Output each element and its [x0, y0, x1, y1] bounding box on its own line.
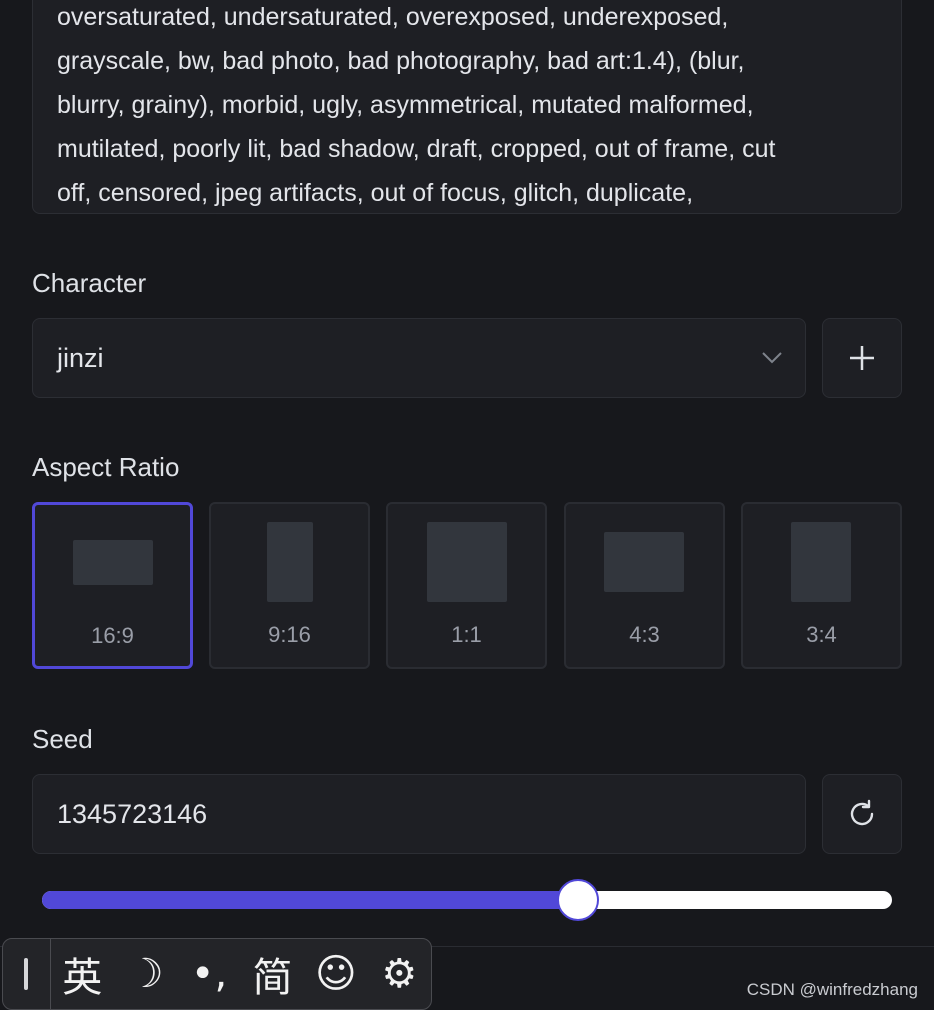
- aspect-ratio-option-3-4[interactable]: 3:4: [741, 502, 902, 669]
- ime-english-toggle[interactable]: 英: [51, 942, 114, 1006]
- negative-prompt-text: oversaturated, undersaturated, overexpos…: [57, 3, 776, 207]
- aspect-ratio-option-1-1[interactable]: 1:1: [386, 502, 547, 669]
- ratio-label: 3:4: [806, 622, 837, 647]
- negative-prompt-textarea[interactable]: oversaturated, undersaturated, overexpos…: [32, 0, 902, 214]
- ratio-thumbnail: [73, 540, 153, 585]
- ratio-thumbnail: [427, 522, 507, 602]
- plus-icon: [850, 346, 874, 370]
- add-character-button[interactable]: [822, 318, 902, 398]
- watermark: CSDN @winfredzhang: [746, 980, 918, 999]
- aspect-ratio-label: Aspect Ratio: [32, 452, 180, 482]
- seed-slider[interactable]: [42, 879, 892, 921]
- ime-simplified-toggle[interactable]: 简: [241, 942, 304, 1006]
- gear-icon[interactable]: ⚙: [368, 942, 431, 1006]
- seed-value: 1345723146: [57, 798, 208, 829]
- ratio-label: 4:3: [629, 622, 660, 647]
- ratio-label: 9:16: [268, 622, 311, 647]
- seed-label: Seed: [32, 724, 93, 754]
- chevron-down-icon: [762, 352, 782, 364]
- moon-icon[interactable]: ☽: [114, 942, 177, 1006]
- ratio-thumbnail: [791, 522, 851, 602]
- emoji-icon[interactable]: ☺: [304, 942, 367, 1006]
- refresh-icon: [850, 799, 874, 826]
- character-selected-value: jinzi: [57, 342, 104, 373]
- ime-toolbar: 英 ☽ •, 简 ☺ ⚙: [2, 938, 432, 1010]
- ratio-label: 1:1: [451, 622, 482, 647]
- ratio-thumbnail: [267, 522, 313, 602]
- aspect-ratio-option-4-3[interactable]: 4:3: [564, 502, 725, 669]
- aspect-ratio-option-16-9[interactable]: 16:9: [32, 502, 193, 669]
- ratio-thumbnail: [604, 532, 684, 592]
- slider-fill: [42, 891, 578, 909]
- ratio-label: 16:9: [91, 623, 134, 648]
- character-select[interactable]: jinzi: [32, 318, 806, 398]
- aspect-ratio-option-9-16[interactable]: 9:16: [209, 502, 370, 669]
- slider-thumb[interactable]: [556, 879, 599, 921]
- ime-drag-handle[interactable]: [3, 939, 51, 1009]
- randomize-seed-button[interactable]: [822, 774, 902, 854]
- seed-input[interactable]: 1345723146: [32, 774, 806, 854]
- punctuation-icon[interactable]: •,: [177, 942, 240, 1006]
- character-label: Character: [32, 268, 147, 298]
